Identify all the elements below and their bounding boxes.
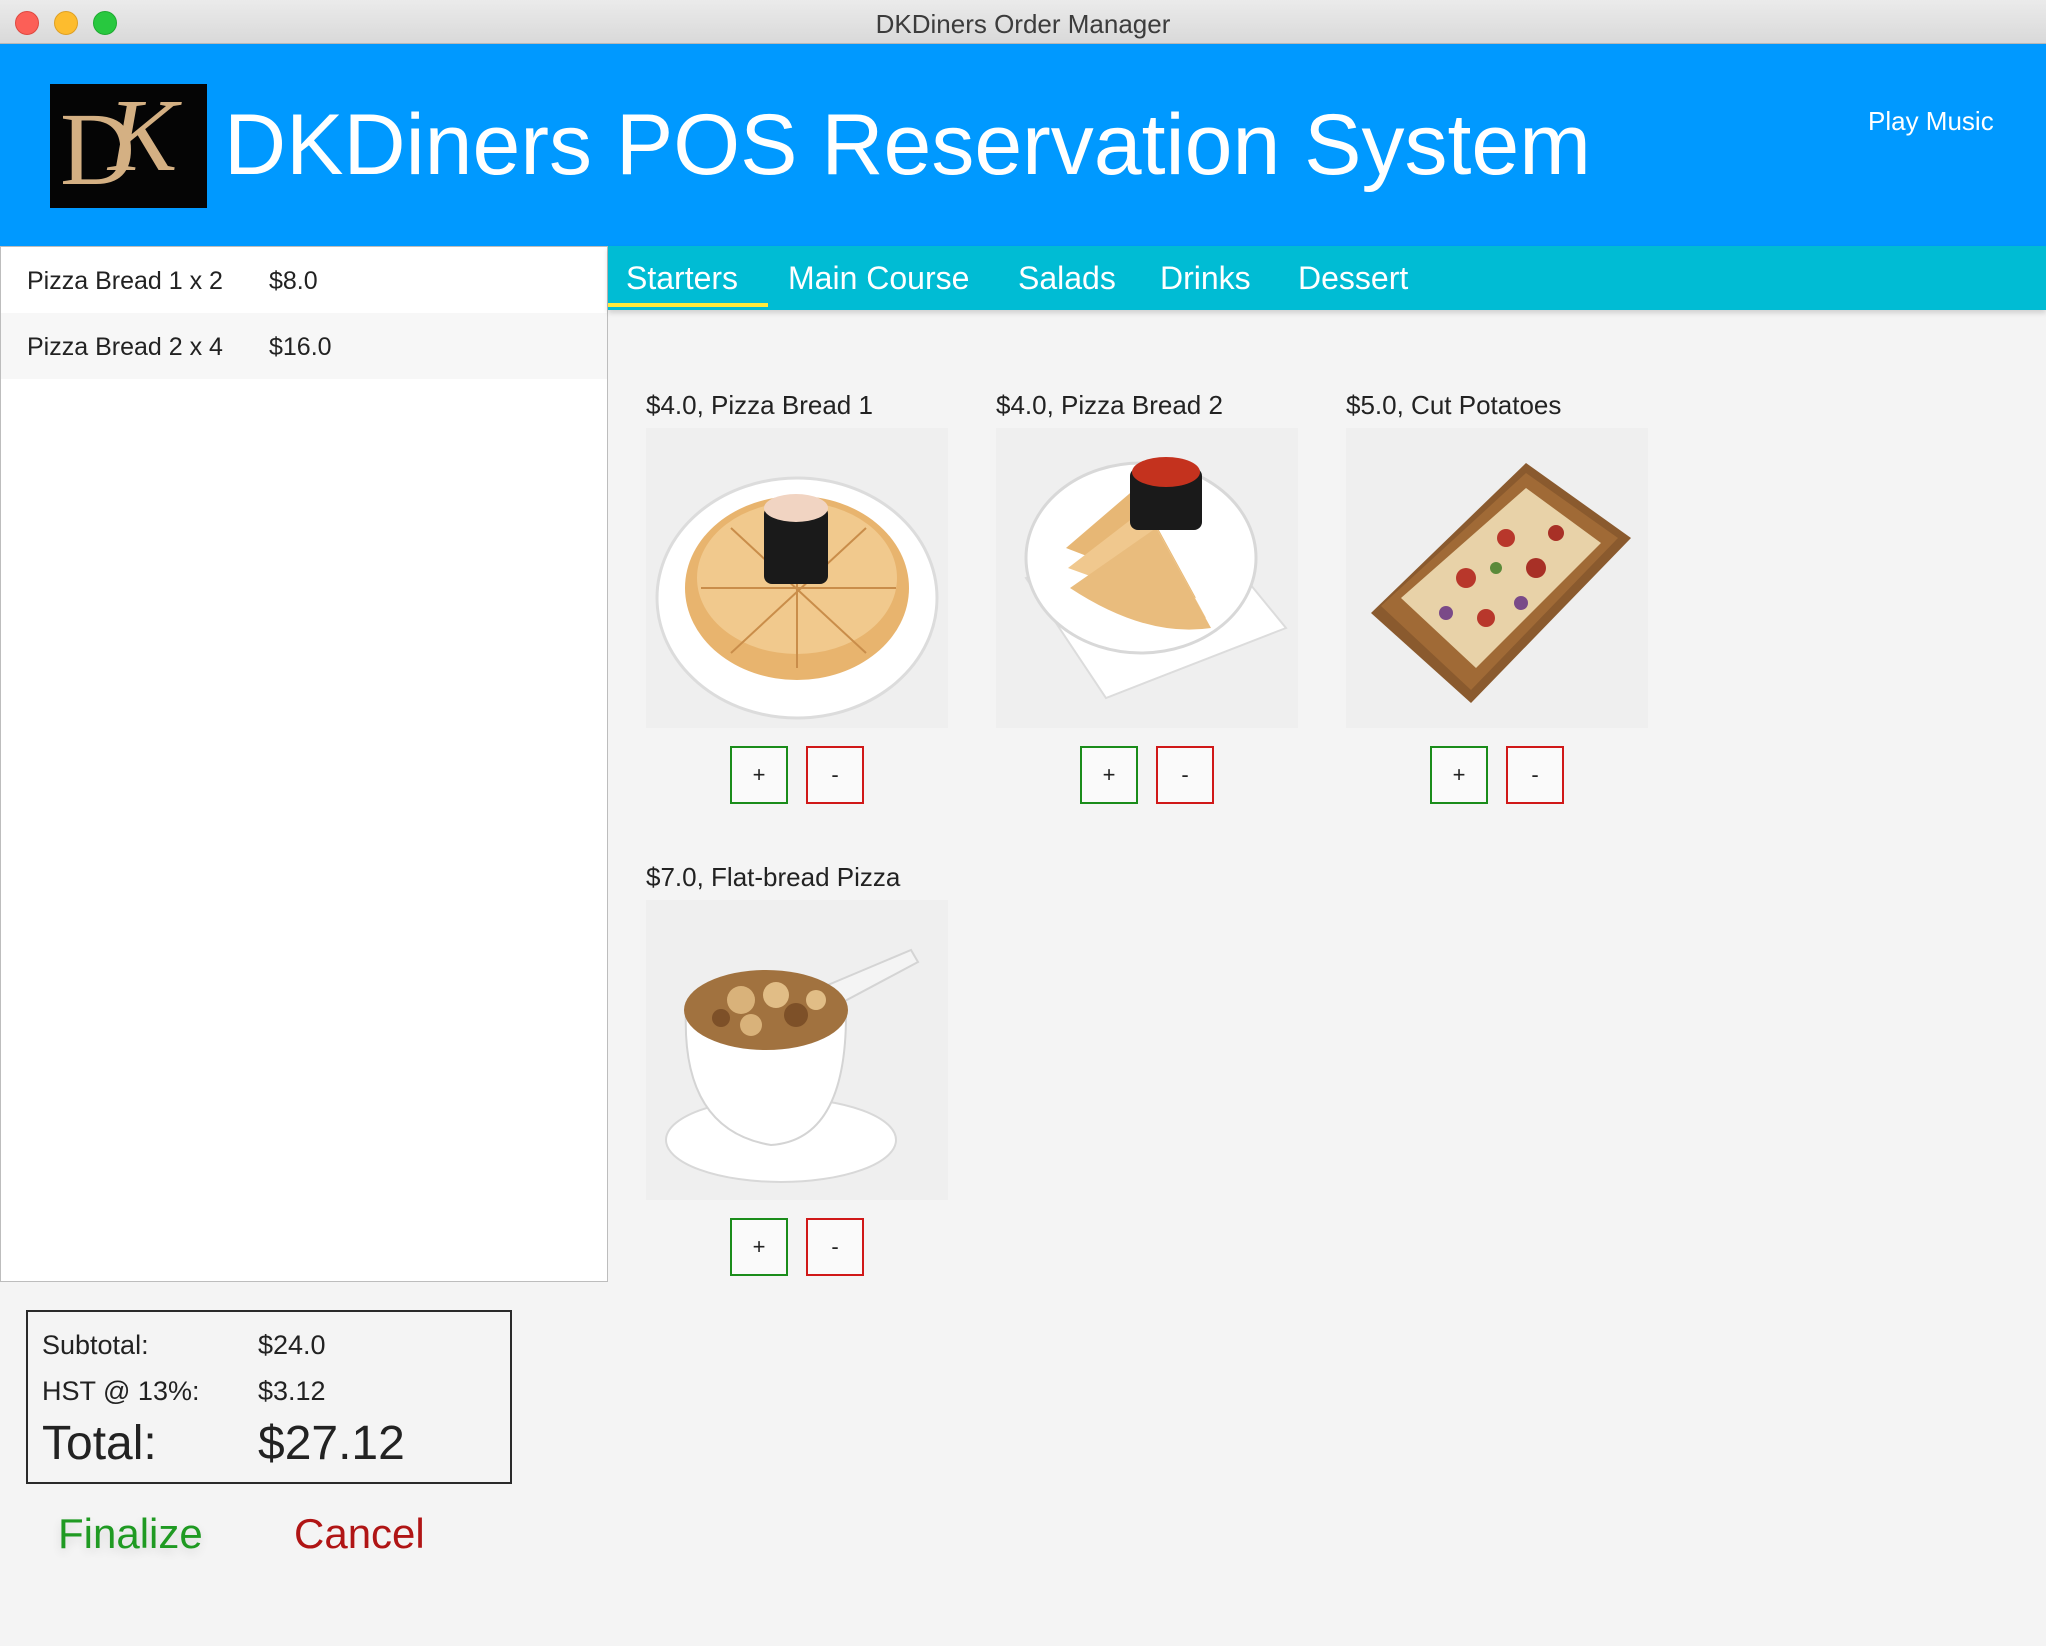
menu-item-pizza-bread-2: $4.0, Pizza Bread 2 + - [996, 390, 1298, 804]
total-value: $27.12 [258, 1417, 405, 1470]
menu-item-label: $5.0, Cut Potatoes [1346, 390, 1562, 420]
flat-bread-pizza-photo [646, 900, 948, 1200]
category-tab-bar: Starters Main Course Salads Drinks Desse… [608, 246, 2046, 310]
title-bar: DKDiners Order Manager [0, 0, 2046, 44]
add-quantity-button[interactable]: + [730, 1218, 788, 1276]
menu-item-flat-bread-pizza: $7.0, Flat-bread Pizza + - [646, 862, 948, 1276]
tab-dessert[interactable]: Dessert [1298, 260, 1408, 297]
menu-item-label: $4.0, Pizza Bread 2 [996, 390, 1223, 420]
order-list[interactable]: Pizza Bread 1 x 2 $8.0 Pizza Bread 2 x 4… [0, 246, 608, 1282]
dk-logo: D K [50, 84, 207, 208]
cancel-button[interactable]: Cancel [294, 1510, 425, 1558]
remove-quantity-button[interactable]: - [1156, 746, 1214, 804]
menu-item-label: $7.0, Flat-bread Pizza [646, 862, 901, 892]
order-row[interactable]: Pizza Bread 2 x 4 $16.0 [1, 313, 607, 379]
order-item-price: $8.0 [269, 267, 318, 295]
menu-item-label: $4.0, Pizza Bread 1 [646, 390, 873, 420]
order-item-price: $16.0 [269, 333, 332, 361]
play-music-button[interactable]: Play Music [1868, 106, 1994, 137]
totals-box: Subtotal: $24.0 HST @ 13%: $3.12 Total: … [26, 1310, 512, 1484]
menu-item-pizza-bread-1: $4.0, Pizza Bread 1 + - [646, 390, 948, 804]
subtotal-label: Subtotal: [42, 1330, 149, 1360]
tax-value: $3.12 [258, 1376, 326, 1406]
finalize-button[interactable]: Finalize [58, 1510, 203, 1558]
add-quantity-button[interactable]: + [1080, 746, 1138, 804]
menu-item-cut-potatoes: $5.0, Cut Potatoes + - [1346, 390, 1648, 804]
remove-quantity-button[interactable]: - [806, 746, 864, 804]
tab-starters[interactable]: Starters [626, 260, 738, 297]
app-title: DKDiners POS Reservation System [224, 97, 1591, 193]
pizza-bread-1-photo [646, 428, 948, 728]
app-window: DKDiners Order Manager D K DKDiners POS … [0, 0, 2046, 1646]
add-quantity-button[interactable]: + [730, 746, 788, 804]
remove-quantity-button[interactable]: - [1506, 746, 1564, 804]
logo-letter-k: K [108, 84, 178, 193]
tab-salads[interactable]: Salads [1018, 260, 1116, 297]
tab-drinks[interactable]: Drinks [1160, 260, 1251, 297]
selected-tab-indicator [608, 303, 768, 307]
pizza-bread-2-photo [996, 428, 1298, 728]
tax-label: HST @ 13%: [42, 1376, 200, 1406]
subtotal-value: $24.0 [258, 1330, 326, 1360]
tab-main-course[interactable]: Main Course [788, 260, 969, 297]
order-row[interactable]: Pizza Bread 1 x 2 $8.0 [1, 247, 607, 313]
order-item-name: Pizza Bread 2 x 4 [27, 333, 223, 361]
header-banner: D K DKDiners POS Reservation System Play… [0, 44, 2046, 246]
add-quantity-button[interactable]: + [1430, 746, 1488, 804]
remove-quantity-button[interactable]: - [806, 1218, 864, 1276]
order-item-name: Pizza Bread 1 x 2 [27, 267, 223, 295]
total-label: Total: [42, 1417, 157, 1470]
window-title: DKDiners Order Manager [875, 9, 1171, 39]
cut-potatoes-photo [1346, 428, 1648, 728]
